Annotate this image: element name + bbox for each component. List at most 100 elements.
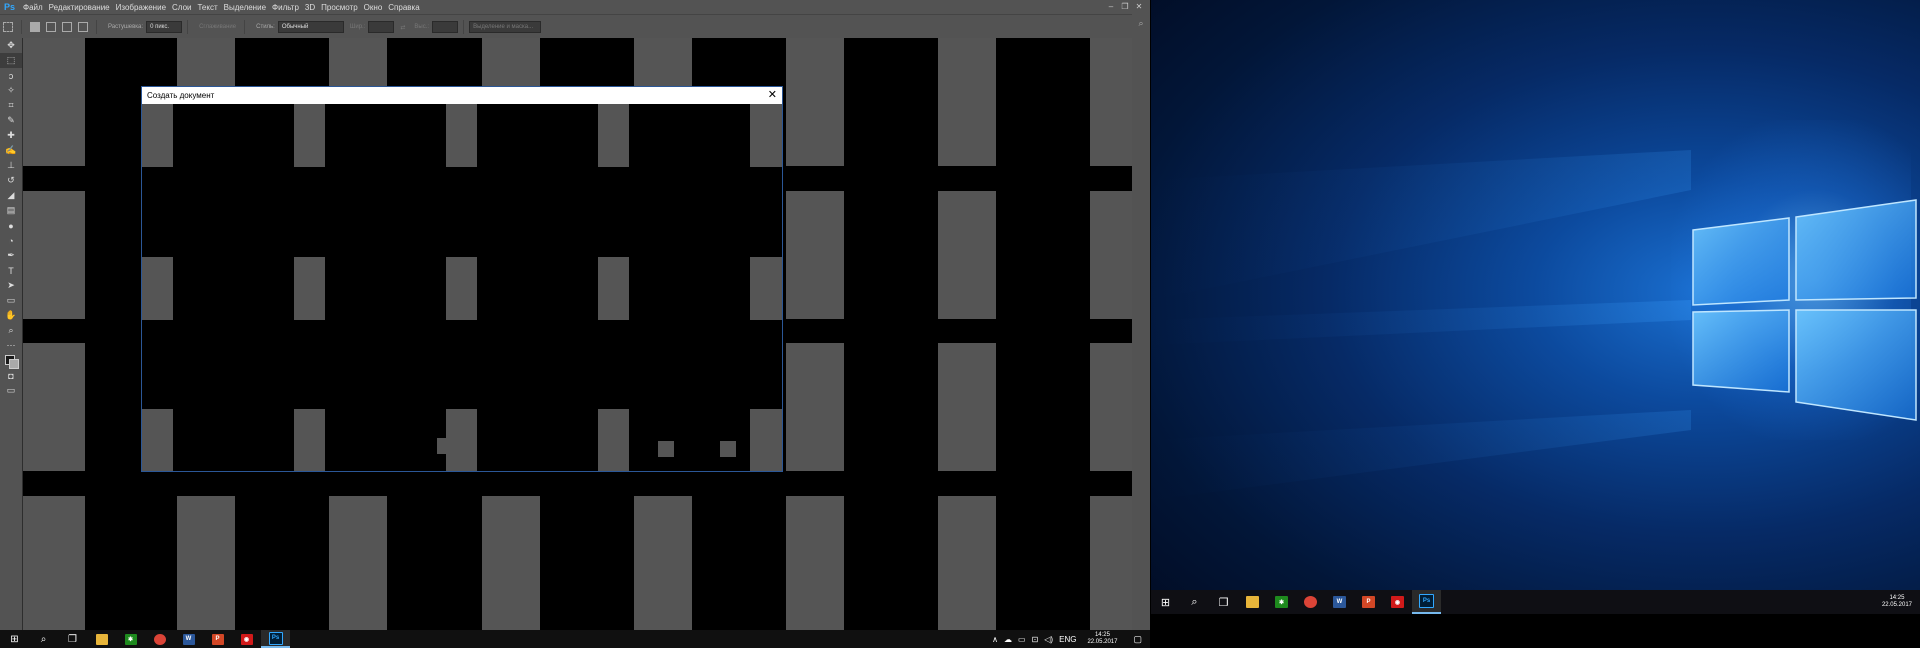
zoom-tool-icon[interactable]: ⌕ — [0, 323, 22, 338]
pen-tool-icon[interactable]: ✒ — [0, 248, 22, 263]
menu-type[interactable]: Текст — [194, 3, 220, 12]
subtract-selection-icon[interactable] — [62, 22, 72, 32]
app-red-button[interactable]: ◉ — [1383, 590, 1412, 614]
powerpoint-button[interactable]: P — [1354, 590, 1383, 614]
marquee-tool-icon[interactable]: ⬚ — [0, 53, 22, 68]
network-icon[interactable]: ⊡ — [1029, 635, 1042, 644]
app-green-button[interactable]: ✱ — [116, 630, 145, 648]
blur-tool-icon[interactable]: ● — [0, 218, 22, 233]
brush-tool-icon[interactable]: ✍ — [0, 143, 22, 158]
move-tool-icon[interactable]: ✥ — [0, 38, 22, 53]
file-explorer-button[interactable] — [1238, 590, 1267, 614]
more-tools-icon[interactable]: ⋯ — [0, 338, 22, 353]
task-view-icon[interactable]: ❐ — [58, 630, 87, 648]
minimize-icon[interactable]: – — [1104, 0, 1118, 14]
volume-icon[interactable]: ◁) — [1041, 635, 1056, 644]
canvas-block — [294, 409, 325, 471]
lasso-tool-icon[interactable]: ↄ — [0, 68, 22, 83]
new-selection-icon[interactable] — [30, 22, 40, 32]
powerpoint-icon: P — [211, 633, 224, 645]
canvas-block — [658, 441, 674, 457]
notification-icon[interactable]: ▢ — [1125, 634, 1150, 645]
start-button[interactable]: ⊞ — [1151, 590, 1180, 614]
search-icon[interactable]: ⌕ — [29, 630, 58, 648]
canvas-block — [23, 191, 85, 319]
menu-image[interactable]: Изображение — [113, 3, 169, 12]
word-button[interactable]: W — [174, 630, 203, 648]
menu-view[interactable]: Просмотр — [318, 3, 361, 12]
color-swatches-icon[interactable] — [0, 353, 22, 369]
canvas-block — [23, 496, 85, 630]
language-indicator[interactable]: ENG — [1056, 635, 1079, 644]
task-view-icon[interactable]: ❐ — [1209, 590, 1238, 614]
dialog-titlebar[interactable]: Создать документ ✕ — [142, 87, 782, 104]
canvas-block — [329, 496, 387, 630]
search-icon[interactable]: ⌕ — [1132, 18, 1150, 29]
file-explorer-button[interactable] — [87, 630, 116, 648]
close-icon[interactable]: ✕ — [1132, 0, 1146, 14]
clock[interactable]: 14:25 22.05.2017 — [1874, 595, 1920, 609]
menu-3d[interactable]: 3D — [302, 3, 318, 12]
photoshop-taskbar-button[interactable]: Ps — [1412, 590, 1441, 614]
menu-edit[interactable]: Редактирование — [46, 3, 113, 12]
feather-input[interactable]: 0 пикс. — [146, 21, 183, 33]
menu-help[interactable]: Справка — [385, 3, 422, 12]
dialog-close-icon[interactable]: ✕ — [768, 87, 777, 104]
start-button[interactable]: ⊞ — [0, 630, 29, 648]
style-select[interactable]: Обычный — [277, 21, 344, 33]
app-red-button[interactable]: ◉ — [232, 630, 261, 648]
dodge-tool-icon[interactable]: ◔ — [0, 233, 22, 248]
swap-icon[interactable]: ⇄ — [400, 24, 405, 31]
desktop-wallpaper[interactable] — [1151, 0, 1920, 648]
canvas-block — [750, 257, 782, 320]
desktop-bottom-bar — [1151, 614, 1920, 648]
screen-mode-icon[interactable]: ▭ — [0, 383, 22, 398]
new-document-dialog: Создать документ ✕ — [141, 86, 783, 472]
marquee-preset-icon[interactable] — [3, 22, 13, 32]
canvas-block — [786, 191, 844, 319]
word-button[interactable]: W — [1325, 590, 1354, 614]
add-selection-icon[interactable] — [46, 22, 56, 32]
width-input[interactable] — [368, 21, 395, 33]
menu-window[interactable]: Окно — [361, 3, 386, 12]
hand-tool-icon[interactable]: ✋ — [0, 308, 22, 323]
app-green-button[interactable]: ✱ — [1267, 590, 1296, 614]
antialias-checkbox[interactable]: Сглаживание — [199, 24, 236, 30]
chrome-button[interactable] — [1296, 590, 1325, 614]
clock[interactable]: 14:25 22.05.2017 — [1079, 632, 1125, 646]
chevron-up-icon[interactable]: ∧ — [989, 635, 1001, 644]
photoshop-taskbar-button[interactable]: Ps — [261, 630, 290, 648]
menu-layers[interactable]: Слои — [169, 3, 194, 12]
gradient-tool-icon[interactable]: ▤ — [0, 203, 22, 218]
history-brush-tool-icon[interactable]: ↺ — [0, 173, 22, 188]
eyedropper-tool-icon[interactable]: ✎ — [0, 113, 22, 128]
style-label: Стиль: — [256, 24, 275, 30]
menu-select[interactable]: Выделение — [221, 3, 269, 12]
restore-icon[interactable]: ❐ — [1118, 0, 1132, 14]
divider — [463, 20, 465, 34]
magic-wand-tool-icon[interactable]: ✧ — [0, 83, 22, 98]
stamp-tool-icon[interactable]: ⊥ — [0, 158, 22, 173]
type-tool-icon[interactable]: T — [0, 263, 22, 278]
crop-tool-icon[interactable]: ⌗ — [0, 98, 22, 113]
chrome-icon — [153, 633, 166, 645]
menu-file[interactable]: Файл — [20, 3, 46, 12]
powerpoint-icon: P — [1362, 596, 1375, 608]
healing-tool-icon[interactable]: ✚ — [0, 128, 22, 143]
height-input[interactable] — [432, 21, 459, 33]
tools-panel: ✥ ⬚ ↄ ✧ ⌗ ✎ ✚ ✍ ⊥ ↺ ◢ ▤ ● ◔ ✒ T ➤ ▭ ✋ ⌕ ⋯ ◘ ▭ — [0, 38, 23, 630]
search-icon[interactable]: ⌕ — [1180, 590, 1209, 614]
intersect-selection-icon[interactable] — [78, 22, 88, 32]
eraser-tool-icon[interactable]: ◢ — [0, 188, 22, 203]
battery-icon[interactable]: ▭ — [1015, 635, 1029, 644]
menu-filter[interactable]: Фильтр — [269, 3, 302, 12]
height-label: Выс.: — [414, 24, 430, 30]
select-and-mask-button[interactable]: Выделение и маска... — [469, 21, 542, 33]
canvas-block — [720, 441, 736, 457]
chrome-button[interactable] — [145, 630, 174, 648]
quick-mask-icon[interactable]: ◘ — [0, 368, 22, 383]
shape-tool-icon[interactable]: ▭ — [0, 293, 22, 308]
powerpoint-button[interactable]: P — [203, 630, 232, 648]
onedrive-icon[interactable]: ☁ — [1001, 635, 1015, 644]
path-select-tool-icon[interactable]: ➤ — [0, 278, 22, 293]
